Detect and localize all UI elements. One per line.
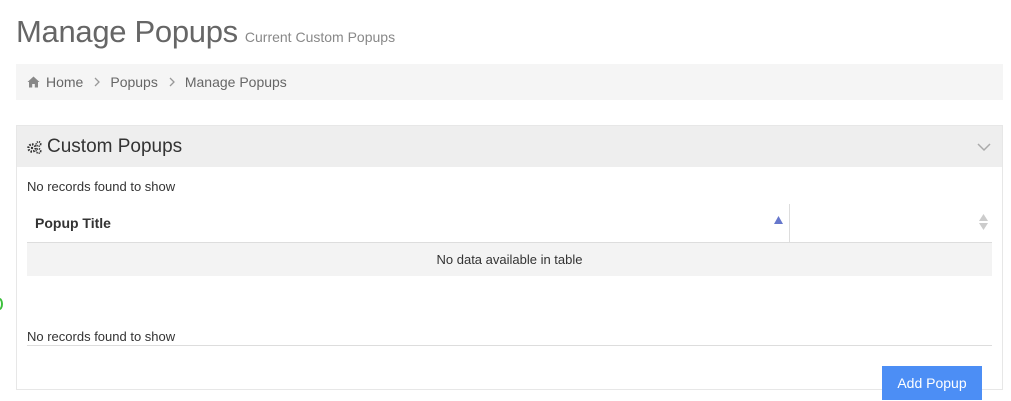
add-popup-button[interactable]: Add Popup xyxy=(882,366,982,400)
panel-title: Custom Popups xyxy=(47,135,183,157)
page-subtitle: Current Custom Popups xyxy=(244,29,396,45)
cogs-icon xyxy=(27,140,42,154)
table-row: No data available in table xyxy=(27,242,992,276)
page: Manage Popups Current Custom Popups Home… xyxy=(0,0,1011,401)
chevron-down-icon[interactable] xyxy=(976,139,992,155)
breadcrumb: Home Popups Manage Popups xyxy=(16,64,1003,100)
breadcrumb-home-label[interactable]: Home xyxy=(46,74,83,90)
home-icon xyxy=(27,76,40,88)
chevron-right-icon xyxy=(94,77,101,87)
breadcrumb-home[interactable]: Home xyxy=(27,74,83,90)
chevron-right-icon xyxy=(169,77,175,87)
sort-ascending-icon xyxy=(773,216,783,224)
records-info-bottom: No records found to show xyxy=(27,329,992,346)
page-header: Manage Popups Current Custom Popups xyxy=(16,14,395,50)
page-title: Manage Popups xyxy=(16,14,238,49)
custom-popups-panel: Custom Popups No records found to show P… xyxy=(16,125,1003,400)
popups-table: Popup Title No data available in table xyxy=(27,204,992,276)
breadcrumb-current: Manage Popups xyxy=(184,74,287,90)
panel-header: Custom Popups xyxy=(17,126,1002,167)
records-info-top: No records found to show xyxy=(27,179,176,194)
column-header-label: Popup Title xyxy=(35,214,111,231)
column-header-actions[interactable] xyxy=(789,204,992,243)
column-header-popup-title[interactable]: Popup Title xyxy=(27,204,790,243)
table-header-row: Popup Title xyxy=(27,204,992,243)
breadcrumb-popups[interactable]: Popups xyxy=(110,74,157,90)
popups-table-wrapper: Popup Title No data available in table xyxy=(27,204,992,276)
sort-both-icon xyxy=(979,214,988,230)
status-dot xyxy=(0,298,3,310)
empty-table-message: No data available in table xyxy=(27,242,992,276)
